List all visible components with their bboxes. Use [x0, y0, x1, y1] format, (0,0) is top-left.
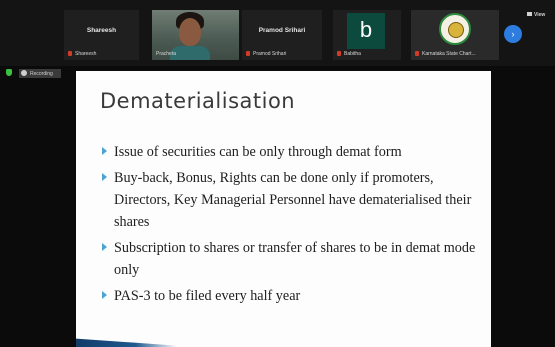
participant-tile-shareesh[interactable]: Shareesh Shareesh — [64, 10, 139, 60]
participant-tile-babitha[interactable]: b Babitha — [333, 10, 401, 60]
logo-emblem-icon — [448, 22, 464, 38]
mic-muted-icon — [337, 51, 341, 56]
participant-caption: Prachetа — [156, 51, 177, 57]
shared-screen-slide: Dematerialisation Issue of securities ca… — [76, 71, 491, 347]
slide-title: Dematerialisation — [100, 89, 296, 113]
next-page-button[interactable]: › — [504, 25, 522, 43]
meeting-status-bar: Recording — [6, 69, 61, 79]
participant-video-face — [179, 18, 201, 46]
view-grid-icon — [527, 12, 532, 16]
participant-caption: Pramod Srihari — [246, 51, 286, 57]
participant-name: Pramod Srihari — [258, 27, 306, 34]
recording-label: Recording — [30, 71, 53, 77]
slide-bullet: Issue of securities can be only through … — [98, 141, 483, 163]
security-shield-icon[interactable] — [6, 69, 12, 76]
bullet-arrow-icon — [102, 243, 107, 251]
participant-caption: Shareesh — [68, 51, 96, 57]
participant-gallery-strip: Shareesh Shareesh Prachetа Pramod Srihar… — [0, 0, 555, 66]
participant-tile-karnataka[interactable]: Karnataka State Chart... — [411, 10, 499, 60]
recording-dot-icon — [21, 70, 27, 76]
mic-muted-icon — [246, 51, 250, 56]
participant-tile-pramod[interactable]: Pramod Srihari Pramod Srihari — [242, 10, 322, 60]
recording-indicator[interactable]: Recording — [19, 69, 61, 78]
slide-bullet-list: Issue of securities can be only through … — [98, 141, 483, 311]
organization-logo — [439, 13, 471, 45]
slide-bullet: PAS-3 to be filed every half year — [98, 285, 483, 307]
bullet-arrow-icon — [102, 291, 107, 299]
bullet-arrow-icon — [102, 173, 107, 181]
mic-muted-icon — [415, 51, 419, 56]
participant-tile-video[interactable]: Prachetа — [152, 10, 239, 60]
participant-caption: Karnataka State Chart... — [415, 51, 476, 57]
avatar: b — [347, 13, 385, 49]
view-button[interactable]: View — [527, 12, 545, 18]
participant-caption: Babitha — [337, 51, 361, 57]
participant-name: Shareesh — [86, 27, 117, 34]
mic-muted-icon — [68, 51, 72, 56]
slide-accent-decoration — [76, 338, 196, 347]
bullet-arrow-icon — [102, 147, 107, 155]
slide-bullet: Buy-back, Bonus, Rights can be done only… — [98, 167, 483, 233]
slide-bullet: Subscription to shares or transfer of sh… — [98, 237, 483, 281]
